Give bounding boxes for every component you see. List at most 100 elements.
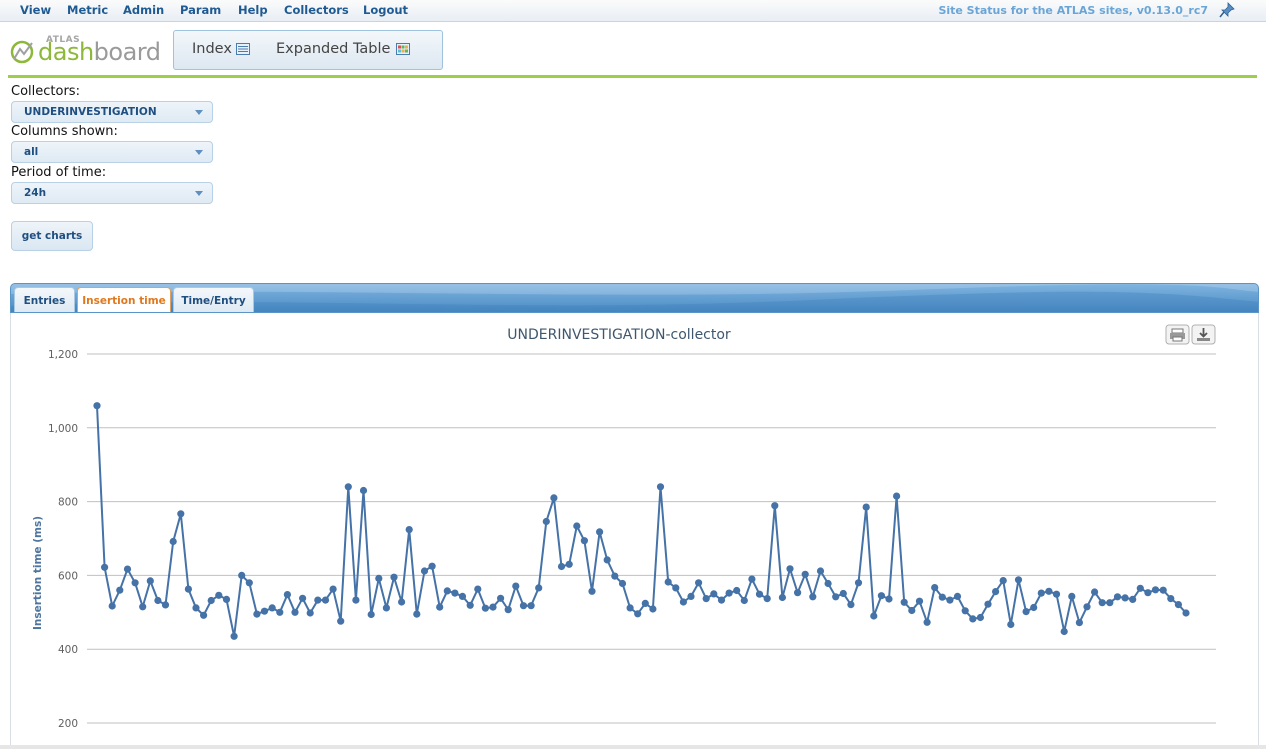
menu-admin[interactable]: Admin <box>123 3 164 17</box>
data-point[interactable] <box>458 592 467 600</box>
data-point[interactable] <box>1091 588 1099 596</box>
data-point[interactable] <box>245 579 253 587</box>
data-point[interactable] <box>299 594 307 602</box>
data-point[interactable] <box>1106 599 1114 607</box>
data-point[interactable] <box>1060 627 1068 636</box>
data-point[interactable] <box>207 596 215 605</box>
menu-metric[interactable]: Metric <box>67 3 108 17</box>
data-point[interactable] <box>291 608 299 616</box>
data-point[interactable] <box>131 579 139 587</box>
data-point[interactable] <box>953 592 962 600</box>
data-point[interactable] <box>1113 593 1122 601</box>
menu-logout[interactable]: Logout <box>363 3 408 17</box>
data-point[interactable] <box>550 494 558 502</box>
data-point[interactable] <box>1014 576 1023 584</box>
data-point[interactable] <box>885 595 893 603</box>
data-point[interactable] <box>740 596 748 605</box>
data-point[interactable] <box>778 593 787 602</box>
data-point[interactable] <box>710 590 718 598</box>
data-point[interactable] <box>656 483 665 491</box>
data-point[interactable] <box>390 573 398 581</box>
data-point[interactable] <box>771 502 779 510</box>
data-point[interactable] <box>725 589 733 597</box>
data-point[interactable] <box>969 615 977 623</box>
data-point[interactable] <box>1075 619 1083 627</box>
data-point[interactable] <box>375 574 383 582</box>
data-point[interactable] <box>900 598 908 606</box>
data-point[interactable] <box>816 567 825 575</box>
data-point[interactable] <box>443 587 451 595</box>
data-point[interactable] <box>230 632 238 640</box>
data-point[interactable] <box>938 593 946 601</box>
data-point[interactable] <box>641 599 649 607</box>
data-point[interactable] <box>222 595 231 603</box>
data-point[interactable] <box>596 528 604 536</box>
data-point[interactable] <box>398 598 406 606</box>
data-point[interactable] <box>961 607 969 615</box>
print-button[interactable] <box>1165 324 1190 345</box>
data-point[interactable] <box>238 571 246 579</box>
data-point[interactable] <box>748 575 756 583</box>
data-point[interactable] <box>154 596 162 605</box>
data-point[interactable] <box>352 596 360 604</box>
data-point[interactable] <box>93 402 101 410</box>
data-point[interactable] <box>915 597 924 605</box>
menu-param[interactable]: Param <box>180 3 221 17</box>
data-point[interactable] <box>1151 586 1160 594</box>
data-point[interactable] <box>542 517 550 526</box>
data-point[interactable] <box>481 604 489 612</box>
data-point[interactable] <box>931 584 939 592</box>
data-point[interactable] <box>260 607 269 615</box>
menu-view[interactable]: View <box>20 3 51 17</box>
data-point[interactable] <box>626 604 634 612</box>
data-point[interactable] <box>801 570 809 578</box>
data-point[interactable] <box>276 608 284 616</box>
data-point[interactable] <box>1159 586 1167 594</box>
data-point[interactable] <box>466 601 474 609</box>
data-point[interactable] <box>1136 584 1144 592</box>
data-point[interactable] <box>1030 603 1038 612</box>
data-point[interactable] <box>1174 601 1182 609</box>
data-point[interactable] <box>337 617 345 625</box>
data-point[interactable] <box>1068 592 1076 600</box>
data-point[interactable] <box>603 556 611 564</box>
data-point[interactable] <box>512 582 520 590</box>
data-point[interactable] <box>268 604 276 612</box>
data-point[interactable] <box>588 587 596 595</box>
get-charts-button[interactable]: get charts <box>11 221 93 251</box>
data-point[interactable] <box>1045 587 1053 595</box>
data-point[interactable] <box>108 602 116 610</box>
data-point[interactable] <box>139 603 147 611</box>
data-point[interactable] <box>854 579 863 587</box>
collectors-select[interactable]: UNDERINVESTIGATION <box>11 101 213 123</box>
data-point[interactable] <box>1167 595 1175 603</box>
data-point[interactable] <box>359 486 368 495</box>
data-point[interactable] <box>405 526 413 534</box>
data-point[interactable] <box>618 579 627 588</box>
data-point[interactable] <box>344 483 352 491</box>
data-point[interactable] <box>306 609 314 617</box>
data-point[interactable] <box>1083 603 1091 611</box>
menu-help[interactable]: Help <box>238 3 268 17</box>
data-point[interactable] <box>420 567 429 575</box>
data-point[interactable] <box>733 586 741 595</box>
data-point[interactable] <box>474 585 482 593</box>
data-point[interactable] <box>192 604 200 612</box>
data-point[interactable] <box>1129 595 1137 603</box>
data-point[interactable] <box>565 560 573 568</box>
period-select[interactable]: 24h <box>11 182 213 204</box>
data-point[interactable] <box>755 590 764 598</box>
data-point[interactable] <box>367 610 375 619</box>
data-point[interactable] <box>1182 609 1190 617</box>
nav-index[interactable]: Index <box>192 41 232 57</box>
data-point[interactable] <box>908 606 916 615</box>
data-point[interactable] <box>253 610 261 618</box>
data-point[interactable] <box>862 503 870 511</box>
data-point[interactable] <box>200 611 208 619</box>
menu-collectors[interactable]: Collectors <box>284 3 349 17</box>
data-point[interactable] <box>824 579 832 588</box>
data-point[interactable] <box>893 492 901 500</box>
data-point[interactable] <box>489 603 497 611</box>
data-point[interactable] <box>634 610 642 618</box>
data-point[interactable] <box>451 589 459 597</box>
